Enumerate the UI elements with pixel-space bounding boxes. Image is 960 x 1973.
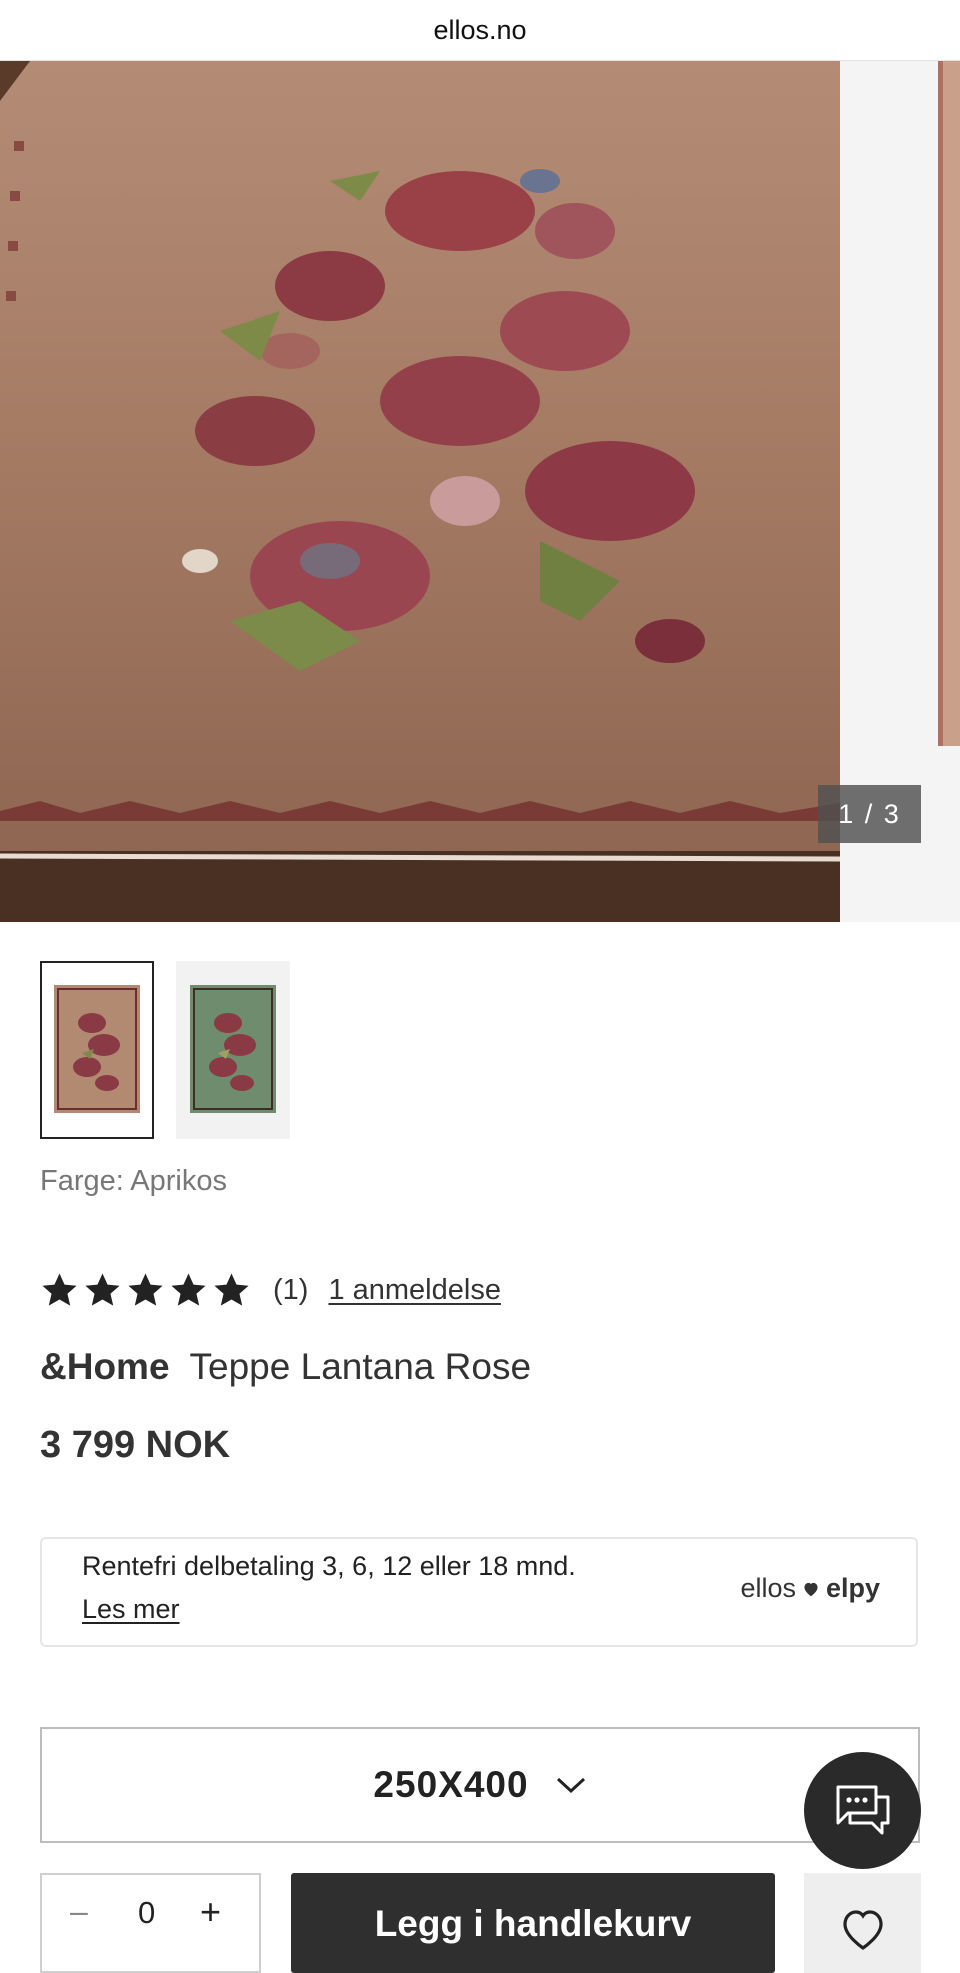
product-title: &Home Teppe Lantana Rose bbox=[40, 1346, 531, 1388]
quantity-stepper: – 0 + bbox=[40, 1873, 261, 1973]
rating-count: (1) bbox=[273, 1273, 309, 1306]
star-icon bbox=[42, 1272, 77, 1306]
star-icon bbox=[214, 1272, 249, 1306]
product-rating: (1) 1 anmeldelse bbox=[40, 1265, 501, 1315]
quantity-value[interactable]: 0 bbox=[138, 1895, 155, 1931]
heart-icon bbox=[804, 1582, 818, 1596]
star-icon bbox=[128, 1272, 163, 1306]
product-name: Teppe Lantana Rose bbox=[189, 1346, 532, 1387]
product-main-image[interactable] bbox=[0, 61, 840, 922]
size-select[interactable]: 250X400 bbox=[40, 1727, 920, 1843]
thumbnail-aprikos[interactable] bbox=[40, 961, 154, 1139]
size-select-value: 250X400 bbox=[373, 1764, 529, 1805]
star-rating bbox=[40, 1271, 251, 1310]
quantity-increase-button[interactable]: + bbox=[200, 1891, 230, 1932]
chevron-down-icon bbox=[556, 1777, 585, 1794]
add-to-cart-button[interactable]: Legg i handlekurv bbox=[291, 1873, 775, 1973]
chat-bubbles-icon bbox=[836, 1785, 889, 1834]
product-price: 3 799 NOK bbox=[40, 1424, 231, 1466]
financing-banner: Rentefri delbetaling 3, 6, 12 eller 18 m… bbox=[40, 1537, 918, 1647]
next-image-peek[interactable] bbox=[938, 61, 960, 746]
logo-ellos: ellos bbox=[740, 1573, 796, 1603]
color-label: Farge: Aprikos bbox=[40, 1165, 227, 1197]
financing-text: Rentefri delbetaling 3, 6, 12 eller 18 m… bbox=[82, 1551, 576, 1581]
url-text: ellos.no bbox=[433, 14, 527, 45]
product-image-gallery[interactable]: 1 / 3 bbox=[0, 61, 960, 922]
thumbnail-aprikos-image bbox=[54, 985, 140, 1113]
thumbnail-green-image bbox=[190, 985, 276, 1113]
browser-url-bar[interactable]: ellos.no bbox=[0, 0, 960, 61]
reviews-link[interactable]: 1 anmeldelse bbox=[328, 1274, 501, 1307]
quantity-decrease-button[interactable]: – bbox=[70, 1893, 100, 1933]
financing-read-more-link[interactable]: Les mer bbox=[82, 1594, 180, 1625]
ellos-elpy-logo: ellos elpy bbox=[740, 1573, 880, 1604]
chat-button[interactable] bbox=[804, 1752, 921, 1869]
logo-elpy: elpy bbox=[825, 1573, 880, 1603]
product-brand[interactable]: &Home bbox=[40, 1346, 170, 1387]
image-counter: 1 / 3 bbox=[818, 785, 921, 843]
thumbnail-green[interactable] bbox=[176, 961, 290, 1139]
star-icon bbox=[85, 1272, 120, 1306]
heart-icon bbox=[843, 1910, 883, 1950]
star-icon bbox=[171, 1272, 206, 1306]
wishlist-button[interactable] bbox=[804, 1873, 921, 1973]
